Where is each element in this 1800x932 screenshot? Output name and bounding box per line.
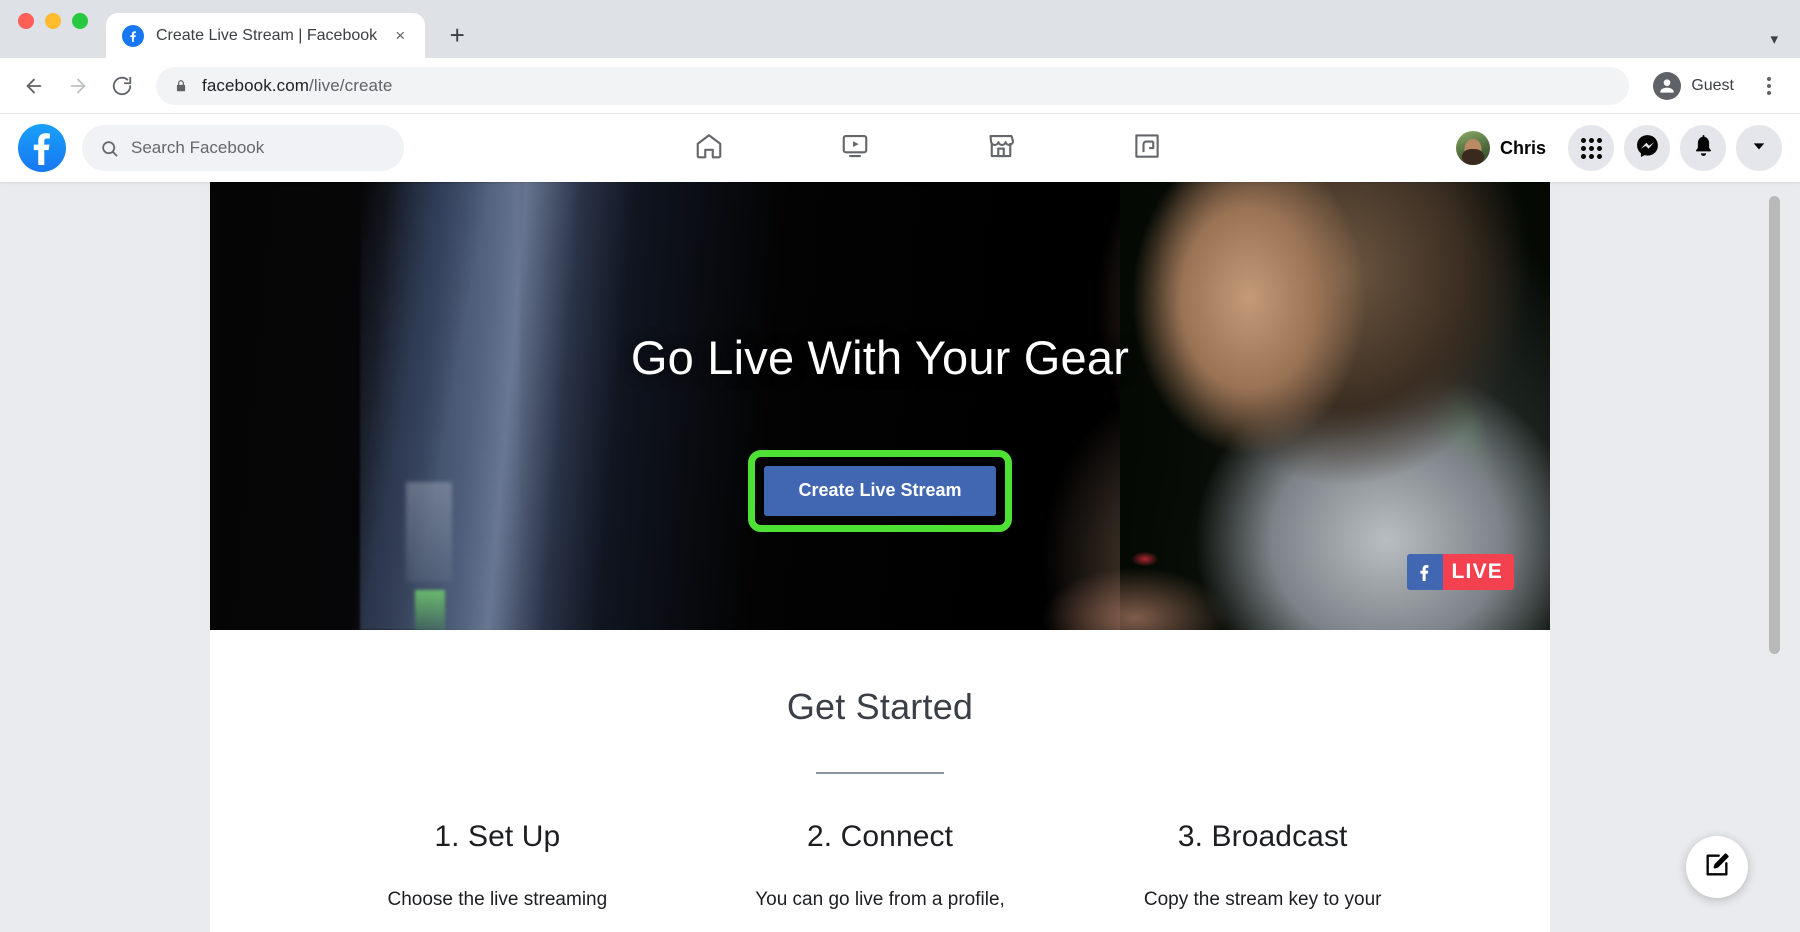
step-title: 3. Broadcast [1177, 820, 1348, 853]
steps-row: 1. Set Up Choose the live streaming 2. C… [210, 774, 1550, 914]
step-item: 2. Connect You can go live from a profil… [689, 820, 1072, 914]
kebab-menu-icon [1767, 76, 1771, 95]
window-close-button[interactable] [18, 13, 34, 29]
facebook-header: Search Facebook Chris [0, 114, 1800, 182]
page-scrollbar[interactable] [1768, 182, 1782, 932]
facebook-favicon-icon [122, 24, 144, 47]
step-description: Copy the stream key to your [1143, 889, 1382, 910]
facebook-main-nav [404, 120, 1452, 176]
get-started-title: Get Started [786, 686, 974, 727]
nav-marketplace-button[interactable] [945, 120, 1057, 176]
close-icon[interactable]: × [389, 25, 411, 47]
step-description: You can go live from a profile, [755, 889, 1005, 910]
bell-icon [1691, 133, 1716, 163]
search-input[interactable]: Search Facebook [82, 125, 404, 171]
facebook-profile-button[interactable]: Chris [1452, 126, 1558, 170]
hero-keyboard-green-keys [415, 590, 445, 630]
new-tab-button[interactable]: + [437, 15, 477, 55]
url-path: /live/create [309, 75, 393, 95]
messenger-icon [1635, 133, 1660, 163]
cta-highlight-annotation: Create Live Stream [748, 450, 1012, 532]
hero-nail [1132, 552, 1158, 566]
browser-menu-button[interactable] [1752, 67, 1786, 105]
scrollbar-thumb[interactable] [1769, 196, 1780, 654]
step-title: 2. Connect [806, 820, 954, 853]
search-placeholder: Search Facebook [131, 138, 265, 157]
home-icon [694, 131, 724, 166]
browser-profile-button[interactable]: Guest [1645, 67, 1748, 105]
hero-cta-container: Create Live Stream [210, 450, 1550, 532]
facebook-f-icon [1406, 554, 1443, 590]
live-producer-page: Go Live With Your Gear Create Live Strea… [210, 182, 1550, 932]
nav-watch-button[interactable] [799, 120, 911, 176]
step-item: 3. Broadcast Copy the stream key to your [1071, 820, 1454, 914]
window-minimize-button[interactable] [45, 13, 61, 29]
hero-title: Go Live With Your Gear [630, 331, 1130, 384]
facebook-live-badge: LIVE [1406, 554, 1514, 590]
facebook-logo-icon[interactable] [18, 124, 66, 172]
compose-icon [1703, 851, 1731, 884]
step-title: 1. Set Up [434, 820, 561, 853]
facebook-header-actions: Chris [1452, 125, 1782, 171]
get-started-section: Get Started 1. Set Up Choose the live st… [210, 630, 1550, 914]
browser-tab-active[interactable]: Create Live Stream | Facebook × [106, 13, 426, 58]
compose-button[interactable] [1686, 836, 1748, 898]
search-icon [100, 139, 119, 158]
browser-tab-bar: Create Live Stream | Facebook × + ▾ [0, 0, 1800, 58]
forward-arrow-icon[interactable] [58, 66, 98, 106]
page-body: Go Live With Your Gear Create Live Strea… [0, 182, 1800, 932]
avatar [1653, 71, 1682, 100]
avatar [1455, 131, 1490, 165]
nav-gaming-button[interactable] [1091, 120, 1203, 176]
window-maximize-button[interactable] [72, 13, 88, 29]
grid-menu-icon [1580, 137, 1602, 159]
browser-profile-name: Guest [1691, 76, 1734, 94]
chevron-down-icon [1750, 137, 1768, 160]
facebook-profile-name: Chris [1499, 137, 1546, 158]
lock-icon [174, 78, 188, 94]
address-bar[interactable]: facebook.com/live/create [156, 66, 1630, 105]
hero-banner: Go Live With Your Gear Create Live Strea… [210, 182, 1550, 630]
create-live-stream-button[interactable]: Create Live Stream [764, 466, 996, 516]
marketplace-icon [986, 131, 1016, 166]
messenger-button[interactable] [1624, 125, 1670, 171]
step-item: 1. Set Up Choose the live streaming [306, 820, 689, 914]
reload-icon[interactable] [102, 66, 142, 106]
watch-icon [840, 131, 870, 166]
address-bar-url: facebook.com/live/create [202, 76, 392, 96]
step-description: Choose the live streaming [387, 889, 608, 910]
menu-grid-button[interactable] [1568, 125, 1614, 171]
gaming-icon [1132, 131, 1162, 166]
account-menu-button[interactable] [1736, 125, 1782, 171]
nav-home-button[interactable] [653, 120, 765, 176]
live-label: LIVE [1442, 554, 1514, 590]
chevron-down-icon[interactable]: ▾ [1770, 30, 1778, 48]
notifications-button[interactable] [1680, 125, 1726, 171]
back-arrow-icon[interactable] [14, 66, 54, 106]
window-traffic-lights [18, 0, 88, 58]
url-domain: facebook.com [202, 75, 310, 95]
browser-window: Create Live Stream | Facebook × + ▾ face… [0, 0, 1800, 932]
browser-tab-title: Create Live Stream | Facebook [156, 26, 378, 44]
browser-toolbar: facebook.com/live/create Guest [0, 58, 1800, 114]
